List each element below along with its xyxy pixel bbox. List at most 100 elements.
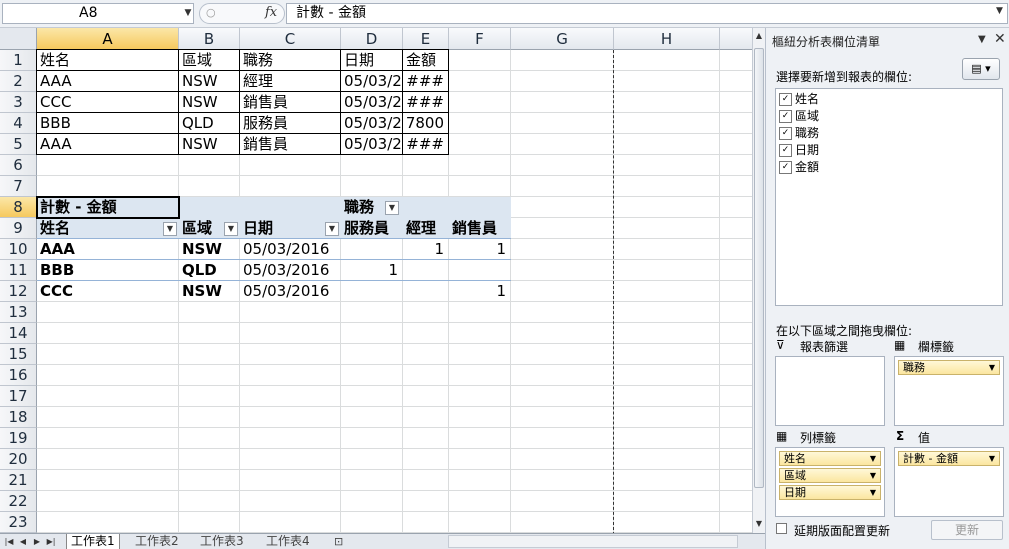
row-labels-area[interactable]: 姓名 ▼ 區域 ▼ 日期 ▼: [775, 447, 885, 517]
field-checkbox[interactable]: ✓: [779, 93, 792, 106]
scroll-down-icon[interactable]: ▼: [753, 518, 765, 530]
pivot-row-name[interactable]: CCC: [37, 281, 179, 302]
area-field-pill[interactable]: 區域 ▼: [779, 468, 881, 483]
row-header-20[interactable]: 20: [0, 449, 37, 470]
field-item[interactable]: ✓ 姓名: [779, 91, 819, 107]
select-all-corner[interactable]: [0, 28, 37, 50]
row-header-6[interactable]: 6: [0, 155, 37, 176]
pivot-value-cell[interactable]: 1: [449, 239, 511, 260]
column-header-b[interactable]: B: [179, 28, 240, 50]
source-data-cell[interactable]: AAA: [37, 71, 179, 92]
values-area[interactable]: 計數 - 金額 ▼: [894, 447, 1004, 517]
source-data-cell[interactable]: 05/03/2: [341, 92, 403, 113]
source-header-cell[interactable]: 職務: [240, 50, 341, 71]
column-header-h[interactable]: H: [614, 28, 720, 50]
sheet-tab-4[interactable]: 工作表4: [262, 534, 314, 549]
pivot-row-name[interactable]: BBB: [37, 260, 179, 281]
prev-sheet-icon[interactable]: ◀: [18, 535, 28, 548]
field-item[interactable]: ✓ 日期: [779, 142, 819, 158]
pivot-value-cell[interactable]: [341, 281, 403, 302]
area-field-pill[interactable]: 姓名 ▼: [779, 451, 881, 466]
row-header-9[interactable]: 9: [0, 218, 37, 239]
row-header-21[interactable]: 21: [0, 470, 37, 491]
pivot-column-filter-icon[interactable]: ▼: [385, 201, 399, 215]
pill-dropdown-icon[interactable]: ▼: [989, 452, 995, 465]
pivot-value-cell[interactable]: 1: [341, 260, 403, 281]
pivot-row-name[interactable]: AAA: [37, 239, 179, 260]
pivot-row-filter-icon[interactable]: ▼: [163, 222, 177, 236]
expand-formula-bar-icon[interactable]: ▼: [996, 6, 1003, 16]
pivot-row-date[interactable]: 05/03/2016: [240, 281, 341, 302]
source-data-cell[interactable]: 05/03/2: [341, 134, 403, 155]
pivot-value-cell[interactable]: 1: [449, 281, 511, 302]
source-data-cell[interactable]: NSW: [179, 134, 240, 155]
pivot-value-cell[interactable]: [403, 281, 449, 302]
pill-dropdown-icon[interactable]: ▼: [870, 452, 876, 465]
vertical-scrollbar[interactable]: ▲ ▼: [752, 28, 765, 533]
horizontal-scrollbar[interactable]: [448, 535, 738, 548]
row-header-13[interactable]: 13: [0, 302, 37, 323]
row-header-23[interactable]: 23: [0, 512, 37, 533]
sheet-tab-3[interactable]: 工作表3: [196, 534, 248, 549]
row-header-4[interactable]: 4: [0, 113, 37, 134]
insert-function-icon[interactable]: fx: [265, 5, 277, 20]
column-labels-area[interactable]: 職務 ▼: [894, 356, 1004, 426]
source-data-cell[interactable]: 7800: [403, 113, 449, 134]
pivot-row-region[interactable]: QLD: [179, 260, 240, 281]
row-header-17[interactable]: 17: [0, 386, 37, 407]
field-item[interactable]: ✓ 區域: [779, 108, 819, 124]
source-data-cell[interactable]: NSW: [179, 71, 240, 92]
row-header-2[interactable]: 2: [0, 71, 37, 92]
next-sheet-icon[interactable]: ▶: [32, 535, 42, 548]
column-header-a[interactable]: A: [37, 28, 179, 50]
source-data-cell[interactable]: 05/03/2: [341, 113, 403, 134]
field-checkbox[interactable]: ✓: [779, 144, 792, 157]
last-sheet-icon[interactable]: ▶|: [46, 535, 56, 548]
source-data-cell[interactable]: NSW: [179, 92, 240, 113]
layout-button[interactable]: ▤ ▾: [962, 58, 1000, 80]
pivot-row-region[interactable]: NSW: [179, 281, 240, 302]
source-data-cell[interactable]: ###: [403, 71, 449, 92]
source-data-cell[interactable]: 經理: [240, 71, 341, 92]
row-header-3[interactable]: 3: [0, 92, 37, 113]
field-item[interactable]: ✓ 金額: [779, 159, 819, 175]
report-filter-area[interactable]: [775, 356, 885, 426]
pivot-row-date[interactable]: 05/03/2016: [240, 260, 341, 281]
source-data-cell[interactable]: CCC: [37, 92, 179, 113]
source-data-cell[interactable]: AAA: [37, 134, 179, 155]
column-header-g[interactable]: G: [511, 28, 614, 50]
source-header-cell[interactable]: 金額: [403, 50, 449, 71]
row-header-19[interactable]: 19: [0, 428, 37, 449]
worksheet-grid[interactable]: A B C D E F G H 1 2 3 4 5 6 7 8 9 10 11 12 13 14 15 16 17 18 19 20 2…: [0, 28, 752, 533]
source-data-cell[interactable]: 銷售員: [240, 92, 341, 113]
pill-dropdown-icon[interactable]: ▼: [870, 469, 876, 482]
column-header-e[interactable]: E: [403, 28, 449, 50]
column-header-d[interactable]: D: [341, 28, 403, 50]
source-data-cell[interactable]: 05/03/2: [341, 71, 403, 92]
column-header-c[interactable]: C: [240, 28, 341, 50]
row-header-5[interactable]: 5: [0, 134, 37, 155]
row-header-8[interactable]: 8: [0, 197, 37, 218]
pivot-value-cell[interactable]: 1: [403, 239, 449, 260]
pivot-row-header-0[interactable]: 姓名: [37, 218, 179, 239]
pivot-value-cell[interactable]: [341, 239, 403, 260]
name-box[interactable]: A8: [2, 3, 194, 24]
row-header-18[interactable]: 18: [0, 407, 37, 428]
formula-input[interactable]: 計數 - 金額: [286, 3, 1008, 24]
pill-dropdown-icon[interactable]: ▼: [870, 486, 876, 499]
source-data-cell[interactable]: 銷售員: [240, 134, 341, 155]
field-checkbox[interactable]: ✓: [779, 127, 792, 140]
close-icon[interactable]: ✕: [994, 31, 1006, 47]
field-checkbox[interactable]: ✓: [779, 161, 792, 174]
area-field-pill[interactable]: 職務 ▼: [898, 360, 1000, 375]
pane-menu-icon[interactable]: ▼: [978, 34, 986, 45]
pivot-row-filter-icon[interactable]: ▼: [224, 222, 238, 236]
pivot-column-item[interactable]: 銷售員: [449, 218, 511, 239]
field-item[interactable]: ✓ 職務: [779, 125, 819, 141]
field-checkbox[interactable]: ✓: [779, 110, 792, 123]
pivot-row-region[interactable]: NSW: [179, 239, 240, 260]
source-data-cell[interactable]: 服務員: [240, 113, 341, 134]
vertical-scroll-thumb[interactable]: [754, 48, 764, 488]
source-header-cell[interactable]: 區域: [179, 50, 240, 71]
first-sheet-icon[interactable]: |◀: [4, 535, 14, 548]
